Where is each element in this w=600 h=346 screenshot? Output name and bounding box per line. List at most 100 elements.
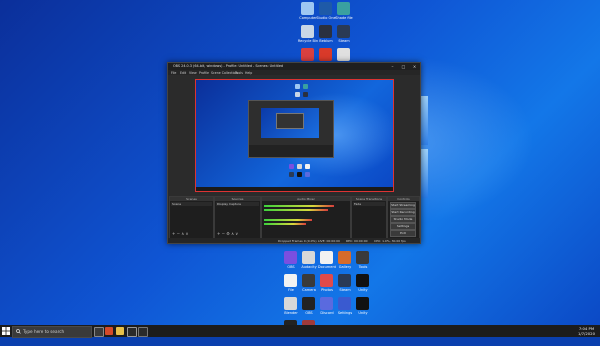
exit-button[interactable]: Exit (390, 230, 416, 237)
menu-bar: File Edit View Profile Scene Collection … (168, 70, 420, 75)
preview-icon (297, 172, 302, 177)
preview-icon (297, 164, 302, 169)
controls-title: Controls (388, 197, 419, 201)
unity-icon (356, 297, 369, 310)
minimize-icon[interactable]: – (387, 63, 398, 70)
document-icon (320, 251, 333, 264)
menu-view[interactable]: View (189, 71, 197, 75)
controls-dock: Controls Start Streaming Start Recording… (387, 196, 420, 239)
document-icon (284, 274, 297, 287)
preview-icon (289, 172, 294, 177)
task-view-icon[interactable] (94, 327, 104, 337)
app-icon (302, 251, 315, 264)
start-recording-button[interactable]: Start Recording (390, 209, 416, 216)
preview-canvas[interactable] (195, 79, 394, 192)
preview-icon (305, 172, 310, 177)
transitions-title: Scene Transitions (352, 197, 386, 201)
taskbar-app-icon[interactable] (105, 327, 113, 335)
nested-obs-capture (248, 100, 334, 158)
app-icon (337, 2, 350, 15)
preview-taskbar (196, 187, 393, 191)
steam-icon (338, 274, 351, 287)
docks: Scenes Scene + − ∧ ∨ Sources Display Cap… (168, 196, 420, 239)
menu-profile[interactable]: Profile (199, 71, 209, 75)
start-streaming-button[interactable]: Start Streaming (390, 202, 416, 209)
mixer-title: Audio Mixer (262, 197, 350, 201)
sources-title: Sources (215, 197, 260, 201)
audio-mixer-dock: Audio Mixer (261, 196, 351, 239)
app-icon (337, 48, 350, 61)
preview-icon (295, 92, 300, 97)
obs-icon (302, 297, 315, 310)
obs-taskbar-icon[interactable] (127, 327, 137, 337)
menu-edit[interactable]: Edit (180, 71, 186, 75)
transition-select[interactable]: Fade (353, 202, 385, 206)
app-icon (320, 274, 333, 287)
search-icon (16, 329, 21, 334)
window-title: OBS 24.0.3 (64-bit, windows) - Profile: … (173, 64, 284, 68)
clock-date: 1/7/2020 (577, 331, 595, 336)
desktop-icon-label: Unity (358, 288, 368, 292)
search-placeholder: Type here to search (23, 329, 65, 334)
clock[interactable]: 7:04 PM 1/7/2020 (578, 326, 595, 336)
dropped-frames: Dropped Frames 0 (0.0%) (278, 238, 317, 243)
app-icon (337, 25, 350, 38)
source-item[interactable]: Display Capture (216, 202, 259, 206)
audio-meter (264, 209, 328, 211)
live-timer: LIVE: 00:00:00 (318, 238, 340, 243)
app-icon (284, 297, 297, 310)
preview-icon (305, 164, 310, 169)
studio-icon (319, 2, 332, 15)
status-bar: Dropped Frames 0 (0.0%) LIVE: 00:00:00 R… (168, 238, 420, 243)
menu-file[interactable]: File (171, 71, 176, 75)
studio-mode-button[interactable]: Studio Mode (390, 216, 416, 223)
preview-icon (289, 164, 294, 169)
audio-meter (264, 223, 306, 225)
gear-icon (338, 297, 351, 310)
desktop-icon-label: Shade file (335, 16, 353, 20)
obs-window[interactable]: OBS 24.0.3 (64-bit, windows) - Profile: … (167, 62, 421, 244)
unity-icon (356, 274, 369, 287)
sources-toolbar[interactable]: + − ⚙ ∧ ∨ (217, 231, 238, 236)
scenes-title: Scenes (170, 197, 213, 201)
app-icon (319, 25, 332, 38)
app-icon (356, 251, 369, 264)
close-icon[interactable]: × (409, 63, 420, 70)
cpu-usage: CPU: 1.0%, 30.00 fps (374, 238, 406, 243)
obs-icon (284, 251, 297, 264)
pdf-icon (319, 48, 332, 61)
preview-icon (295, 84, 300, 89)
windows-start-icon[interactable] (2, 327, 10, 335)
maximize-icon[interactable]: □ (398, 63, 409, 70)
menu-help[interactable]: Help (245, 71, 252, 75)
settings-button[interactable]: Settings (390, 223, 416, 230)
search-box[interactable]: Type here to search (12, 326, 92, 338)
taskbar-app-icon[interactable] (138, 327, 148, 337)
desktop-background: Computer Studio One Shade file Recycle Bin B… (0, 0, 600, 338)
audio-meter (264, 219, 312, 221)
scene-transitions-dock: Scene Transitions Fade (351, 196, 387, 239)
scenes-dock: Scenes Scene + − ∧ ∨ (169, 196, 214, 239)
file-explorer-icon[interactable] (116, 327, 124, 335)
desktop-icon-label: Unity (358, 311, 368, 315)
app-icon (338, 251, 351, 264)
nested-window (276, 113, 304, 129)
desktop-icon[interactable]: Unity (351, 297, 375, 323)
app-icon (320, 297, 333, 310)
taskbar: Type here to search 7:04 PM 1/7/2020 (0, 325, 600, 338)
app-icon (301, 48, 314, 61)
scenes-toolbar[interactable]: + − ∧ ∨ (172, 231, 188, 236)
rec-timer: REC: 00:00:00 (346, 238, 368, 243)
menu-scene-collection[interactable]: Scene Collection (211, 71, 238, 75)
desktop-icon-label: Tools (358, 265, 368, 269)
desktop-icon-label: Steam (338, 39, 350, 43)
preview-icon (303, 84, 308, 89)
computer-icon (301, 2, 314, 15)
recycle-bin-icon (301, 25, 314, 38)
title-bar[interactable]: OBS 24.0.3 (64-bit, windows) - Profile: … (168, 63, 420, 70)
nested-docks (249, 145, 333, 157)
menu-tools[interactable]: Tools (235, 71, 243, 75)
scene-item[interactable]: Scene (171, 202, 212, 206)
sources-dock: Sources Display Capture + − ⚙ ∧ ∨ (214, 196, 261, 239)
audio-meter (264, 205, 334, 207)
